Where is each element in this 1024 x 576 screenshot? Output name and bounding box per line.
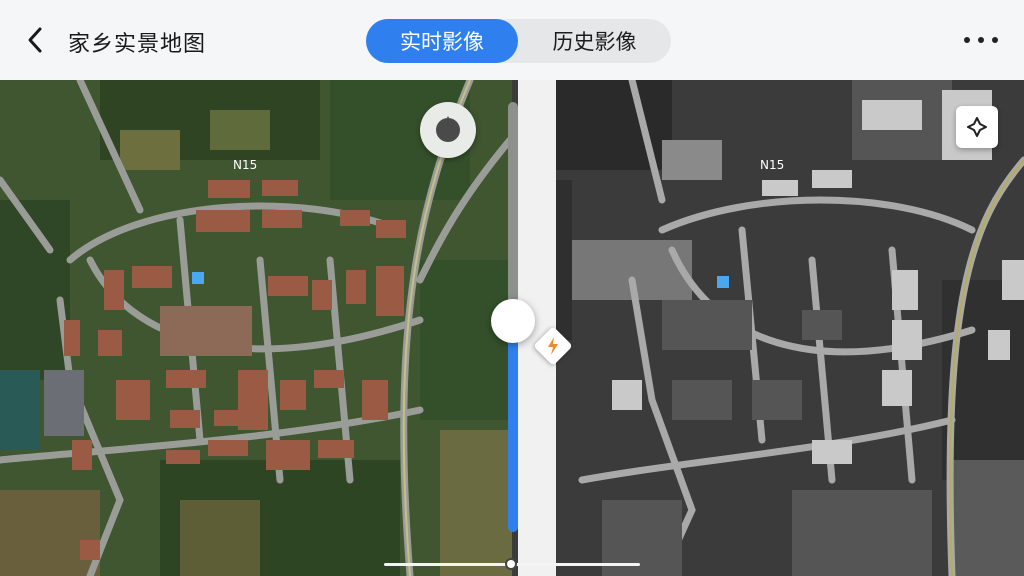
top-bar: 家乡实景地图 实时影像 历史影像 xyxy=(0,0,1024,80)
timeline-slider-handle[interactable] xyxy=(505,558,517,570)
back-button[interactable] xyxy=(18,22,54,58)
historical-imagery-map[interactable]: N15 xyxy=(512,80,1024,576)
vertical-slider-handle[interactable] xyxy=(491,299,535,343)
road-label-n15-left: N15 xyxy=(233,158,257,172)
chevron-left-icon xyxy=(28,27,42,53)
locate-button[interactable] xyxy=(956,106,998,148)
compass-icon xyxy=(436,116,460,142)
tab-historical-imagery[interactable]: 历史影像 xyxy=(518,19,671,63)
locate-icon xyxy=(967,117,987,137)
imagery-tab-switch: 实时影像 历史影像 xyxy=(366,19,671,63)
more-dot xyxy=(964,37,970,43)
vertical-slider-fill xyxy=(508,340,518,532)
compass-button[interactable] xyxy=(420,102,476,158)
tab-realtime-imagery[interactable]: 实时影像 xyxy=(366,19,518,63)
more-button[interactable] xyxy=(964,30,998,50)
road-label-n15-right: N15 xyxy=(760,158,784,172)
historical-grayscale-imagery: N15 xyxy=(512,80,1024,576)
more-dot xyxy=(978,37,984,43)
map-compare-screen: 家乡实景地图 实时影像 历史影像 N15 N15 xyxy=(0,0,1024,576)
page-title: 家乡实景地图 xyxy=(68,32,207,57)
more-dot xyxy=(992,37,998,43)
